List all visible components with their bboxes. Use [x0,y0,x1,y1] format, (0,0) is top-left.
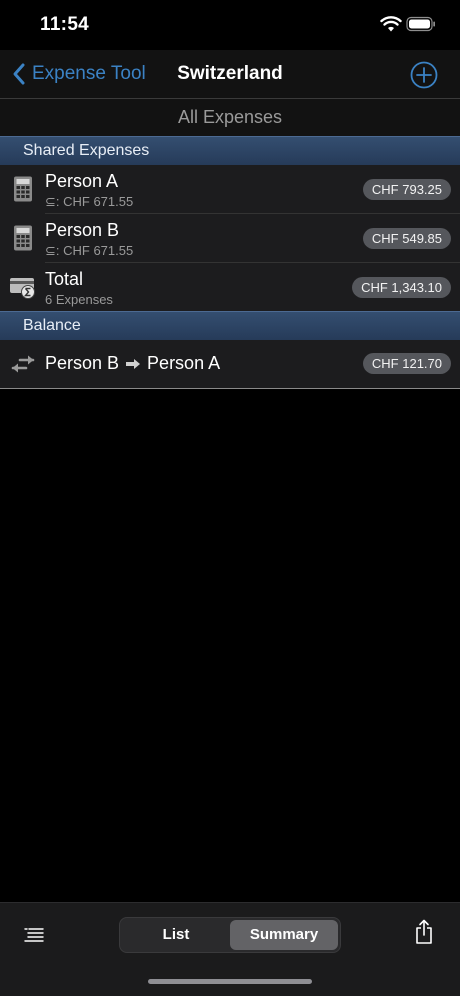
expense-row-total[interactable]: Total 6 Expenses CHF 1,343.10 [0,263,460,312]
expense-row-title: Total [45,269,84,289]
calculator-icon [14,225,32,251]
calculator-icon [14,176,32,202]
home-indicator [148,979,312,984]
status-bar: 11:54 [0,0,460,50]
balance-text: Person B Person A [45,353,220,374]
battery-icon [406,16,435,32]
share-icon[interactable] [414,919,434,945]
status-time: 11:54 [40,14,90,35]
balance-row[interactable]: Person B Person A CHF 121.70 [0,340,460,388]
amount-badge: CHF 121.70 [362,353,451,374]
back-button-label: Expense Tool [32,63,146,84]
arrow-right-icon [126,358,141,369]
subheader: All Expenses [0,99,460,136]
expense-row-subtitle: 6 Expenses [45,292,113,307]
navigation-bar: Expense Tool Switzerland [0,50,460,98]
amount-badge: CHF 549.85 [362,228,451,249]
balance-from: Person B [45,353,120,373]
expense-row-person-b[interactable]: Person B ⊆: CHF 671.55 CHF 549.85 [0,214,460,263]
list-menu-icon[interactable] [24,927,44,943]
expense-row-subtitle: ⊆: CHF 671.55 [45,243,134,258]
section-header-balance: Balance [0,311,460,340]
wifi-icon [380,16,402,32]
segment-list[interactable]: List [122,920,230,950]
section-header-shared-expenses: Shared Expenses [0,136,460,165]
chevron-left-icon [13,63,25,85]
list-end-divider [0,388,460,389]
balance-to: Person A [147,353,221,373]
add-icon[interactable] [410,61,438,89]
amount-badge: CHF 793.25 [362,179,451,200]
expense-row-person-a[interactable]: Person A ⊆: CHF 671.55 CHF 793.25 [0,165,460,214]
amount-badge: CHF 1,343.10 [352,277,451,298]
expense-row-subtitle: ⊆: CHF 671.55 [45,194,134,209]
view-mode-segmented-control: List Summary [119,917,341,953]
transfer-arrows-icon [11,355,35,373]
money-sum-icon [10,278,35,299]
segment-summary[interactable]: Summary [230,920,338,950]
back-button[interactable]: Expense Tool [12,60,146,88]
expense-row-title: Person B [45,220,120,240]
expense-row-title: Person A [45,171,119,191]
